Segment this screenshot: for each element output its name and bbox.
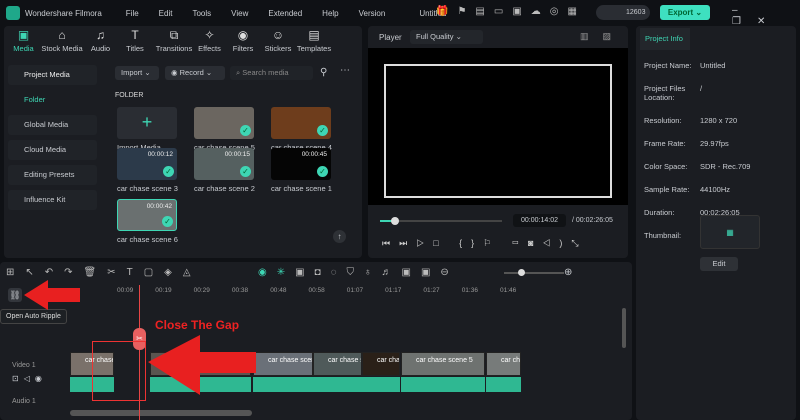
annotation-arrows [24,280,256,395]
arrow-close-gap [148,335,256,395]
arrow-to-ripple [24,280,80,310]
